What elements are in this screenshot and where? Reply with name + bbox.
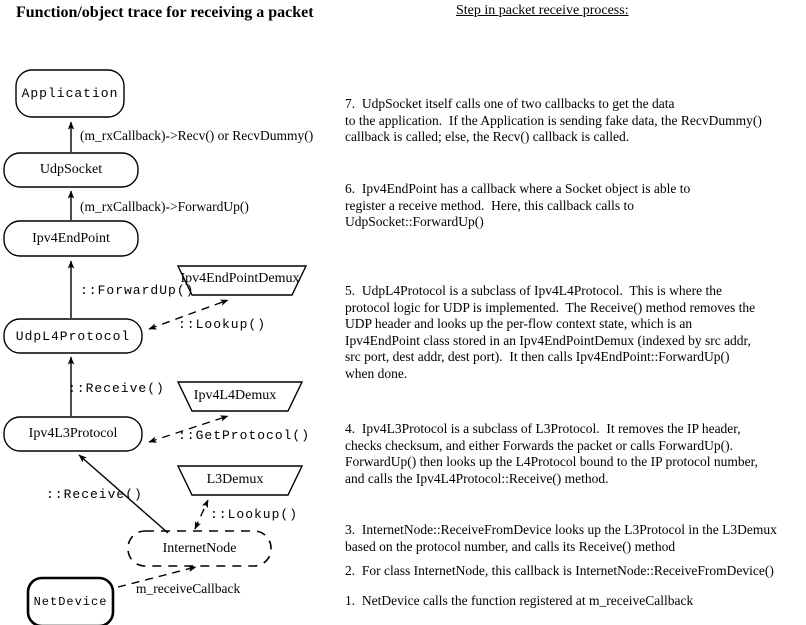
step-6: 6. Ipv4EndPoint has a callback where a S… [345,181,691,229]
step-5: 5. UdpL4Protocol is a subclass of Ipv4L4… [345,283,756,381]
right-column-heading: Step in packet receive process: [456,3,629,18]
step-2: 2. For class InternetNode, this callback… [345,563,774,578]
step-7: 7. UdpSocket itself calls one of two cal… [345,96,762,144]
node-shape-udp-l4-protocol [3,318,143,354]
diagram-canvas: Function/object trace for receiving a pa… [0,0,806,625]
step-3: 3. InternetNode::ReceiveFromDevice looks… [345,522,777,554]
node-shape-l3-demux [176,465,304,496]
page-title: Function/object trace for receiving a pa… [16,4,314,21]
edge-label-lookup-endpoint-demux: ::Lookup() [178,317,267,332]
edge-label-forwardup: ::ForwardUp() [80,283,195,298]
node-shape-ipv4-endpoint-demux [176,265,308,296]
edge-label-m-receive-callback: m_receiveCallback [136,581,241,596]
node-shape-application [15,69,125,118]
step-1: 1. NetDevice calls the function register… [345,593,694,608]
step-4: 4. Ipv4L3Protocol is a subclass of L3Pro… [345,421,758,486]
node-shape-net-device [26,576,115,625]
edge-label-receive-l3: ::Receive() [46,487,143,502]
arrow-internetnode-l3demux [194,499,209,530]
node-shape-internet-node [127,530,272,567]
node-shape-ipv4-l3-protocol [3,416,143,452]
edge-label-receive-udp: ::Receive() [68,381,165,396]
edge-label-recv-callback: (m_rxCallback)->Recv() or RecvDummy() [80,128,314,143]
node-shape-ipv4-endpoint [3,220,139,257]
edge-label-forwardup-callback: (m_rxCallback)->ForwardUp() [80,199,249,214]
edge-label-lookup-l3demux: ::Lookup() [210,507,299,522]
node-shape-ipv4-l4-demux [176,381,304,412]
edge-label-get-protocol: ::GetProtocol() [178,428,311,443]
node-shape-udp-socket [3,152,139,188]
